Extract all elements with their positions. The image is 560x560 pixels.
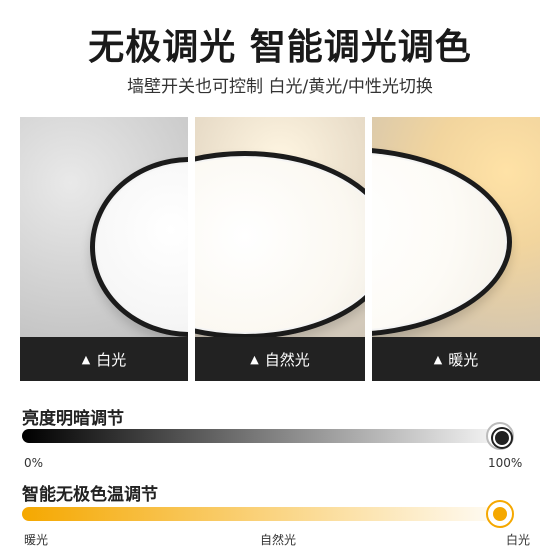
panel-white-light: ▲ 白光 — [20, 117, 188, 381]
color-temp-natural-label: 自然光 — [260, 533, 297, 547]
triangle-up-icon: ▲ — [250, 352, 259, 366]
panel-natural-light: ▲ 自然光 — [195, 117, 365, 381]
caption-bar: ▲ 暖光 — [372, 337, 540, 381]
brightness-slider-track[interactable] — [22, 429, 518, 443]
room-photo — [20, 117, 188, 337]
page-title: 无极调光 智能调光调色 — [88, 27, 472, 68]
color-temp-label: 智能无极色温调节 — [22, 485, 158, 505]
room-photo — [372, 117, 540, 337]
caption-bar: ▲ 白光 — [20, 337, 188, 381]
color-temp-warm-label: 暖光 — [24, 533, 49, 547]
caption-bar: ▲ 自然光 — [195, 337, 365, 381]
brightness-slider-knob[interactable] — [486, 422, 514, 450]
triangle-up-icon: ▲ — [81, 352, 91, 366]
brightness-label: 亮度明暗调节 — [22, 409, 124, 429]
room-photo — [195, 117, 365, 339]
knob-dot — [493, 429, 511, 447]
ceiling-lamp — [195, 151, 365, 339]
page-subtitle: 墙壁开关也可控制 白光/黄光/中性光切换 — [127, 77, 433, 97]
color-temp-slider-track[interactable] — [22, 507, 518, 521]
light-mode-panels: ▲ 白光 ▲ 自然光 ▲ 暖光 — [20, 117, 540, 381]
triangle-up-icon: ▲ — [433, 352, 443, 366]
knob-dot — [493, 507, 507, 521]
caption-label: 暖光 — [448, 350, 479, 369]
ceiling-lamp — [90, 157, 188, 337]
caption-label: 自然光 — [264, 350, 310, 369]
color-temp-white-label: 白光 — [506, 533, 531, 547]
panel-warm-light: ▲ 暖光 — [372, 117, 540, 381]
color-temp-slider-knob[interactable] — [486, 500, 514, 528]
brightness-max-label: 100% — [488, 456, 523, 470]
ceiling-lamp — [372, 147, 512, 337]
caption-label: 白光 — [96, 350, 127, 369]
brightness-min-label: 0% — [24, 456, 44, 470]
